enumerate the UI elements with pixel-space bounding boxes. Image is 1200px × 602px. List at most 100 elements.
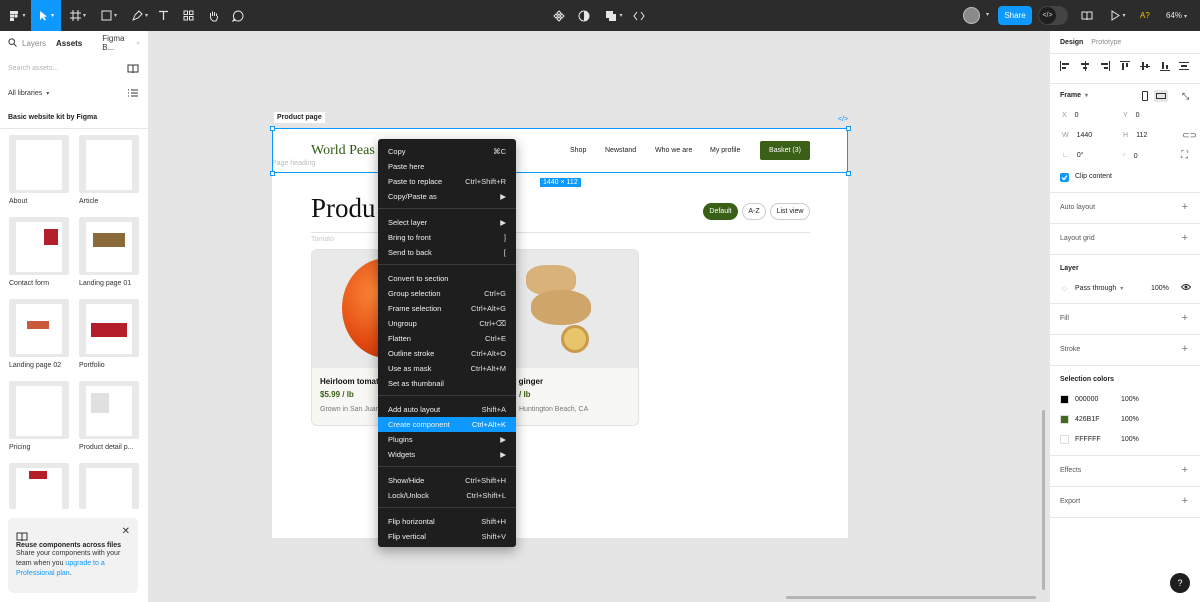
component-thumbnail[interactable]: [79, 135, 139, 193]
component-thumbnail[interactable]: [9, 299, 69, 357]
menu-item-flatten[interactable]: Flatten Ctrl+E: [378, 331, 516, 346]
menu-item-flip-horizontal[interactable]: Flip horizontal Shift+H: [378, 514, 516, 529]
menu-item-show-hide[interactable]: Show/Hide Ctrl+Shift+H: [378, 473, 516, 488]
professional-plan-link[interactable]: Professional plan: [16, 570, 70, 577]
resize-to-fit-icon[interactable]: ⤡: [1182, 91, 1189, 102]
menu-item-plugins[interactable]: Plugins ▶: [378, 432, 516, 447]
component-thumbnail[interactable]: [9, 135, 69, 193]
tab-layers[interactable]: Layers: [22, 39, 46, 48]
chevron-down-icon[interactable]: ▾: [137, 40, 140, 47]
libraries-dropdown[interactable]: All libraries ▾: [8, 90, 49, 97]
resize-handle[interactable]: [270, 171, 275, 176]
frame-section-heading[interactable]: Frame ▾: [1060, 92, 1088, 99]
menu-item-set-as-thumbnail[interactable]: Set as thumbnail: [378, 376, 516, 391]
menu-item-add-auto-layout[interactable]: Add auto layout Shift+A: [378, 402, 516, 417]
add-stroke-icon[interactable]: +: [1182, 344, 1188, 355]
contrast-icon[interactable]: [576, 0, 592, 31]
hand-icon[interactable]: [205, 0, 221, 31]
height-field[interactable]: H 112: [1123, 132, 1147, 139]
component-icon[interactable]: [551, 0, 567, 31]
clip-content-checkbox[interactable]: [1060, 173, 1069, 182]
boolean-icon[interactable]: ▾: [601, 0, 627, 31]
upgrade-link[interactable]: upgrade to a: [65, 560, 104, 567]
add-export-icon[interactable]: +: [1182, 496, 1188, 507]
component-thumbnail[interactable]: [9, 217, 69, 275]
align-vertical-center-icon[interactable]: [1140, 61, 1150, 71]
component-thumbnail[interactable]: [79, 299, 139, 357]
share-button[interactable]: Share: [998, 6, 1032, 25]
color-opacity[interactable]: 100%: [1121, 436, 1139, 443]
color-hex[interactable]: FFFFFF: [1075, 436, 1101, 443]
color-swatch[interactable]: [1060, 415, 1069, 424]
component-thumbnail[interactable]: [79, 463, 139, 509]
menu-item-use-as-mask[interactable]: Use as mask Ctrl+Alt+M: [378, 361, 516, 376]
text-icon[interactable]: [155, 0, 171, 31]
align-right-icon[interactable]: [1100, 61, 1110, 71]
tab-prototype[interactable]: Prototype: [1091, 39, 1121, 46]
add-auto-layout-icon[interactable]: +: [1182, 202, 1188, 213]
align-top-icon[interactable]: [1120, 61, 1130, 71]
menu-item-frame-selection[interactable]: Frame selection Ctrl+Alt+G: [378, 301, 516, 316]
menu-item-flip-vertical[interactable]: Flip vertical Shift+V: [378, 529, 516, 544]
frame-icon[interactable]: ▾: [65, 0, 91, 31]
menu-item-create-component[interactable]: Create component Ctrl+Alt+K: [378, 417, 516, 432]
menu-item-copy-paste-as[interactable]: Copy/Paste as ▶: [378, 189, 516, 204]
pen-icon[interactable]: ▾: [127, 0, 153, 31]
layer-opacity[interactable]: 100%: [1151, 285, 1169, 292]
help-button[interactable]: ?: [1170, 573, 1190, 593]
landscape-icon[interactable]: [1154, 90, 1168, 102]
present-icon[interactable]: ▾: [1106, 0, 1130, 31]
component-thumbnail[interactable]: [9, 463, 69, 509]
color-hex[interactable]: 426B1F: [1075, 416, 1100, 423]
rotation-field[interactable]: ∟ 0°: [1062, 152, 1084, 159]
menu-item-widgets[interactable]: Widgets ▶: [378, 447, 516, 462]
component-thumbnail[interactable]: [79, 381, 139, 439]
portrait-icon[interactable]: [1142, 91, 1148, 101]
move-icon[interactable]: ▾: [31, 0, 61, 31]
code-icon[interactable]: </>: [838, 116, 848, 123]
dev-mode-toggle[interactable]: </>: [1038, 6, 1068, 25]
color-hex[interactable]: 000000: [1075, 396, 1098, 403]
page-selector[interactable]: Figma B...: [102, 34, 124, 52]
menu-item-paste-here[interactable]: Paste here: [378, 159, 516, 174]
vertical-scrollbar[interactable]: [1042, 410, 1045, 590]
component-thumbnail[interactable]: [79, 217, 139, 275]
horizontal-scrollbar[interactable]: [786, 596, 1036, 599]
color-opacity[interactable]: 100%: [1121, 416, 1139, 423]
align-horizontal-center-icon[interactable]: [1080, 61, 1090, 71]
add-layout-grid-icon[interactable]: +: [1182, 233, 1188, 244]
align-left-icon[interactable]: [1060, 61, 1070, 71]
y-field[interactable]: Y0: [1123, 112, 1140, 119]
menu-item-convert-to-section[interactable]: Convert to section: [378, 271, 516, 286]
corner-radius-field[interactable]: ◜ 0: [1123, 152, 1138, 160]
search-icon[interactable]: [8, 37, 17, 49]
independent-corners-icon[interactable]: ⛶: [1181, 150, 1188, 161]
menu-item-ungroup[interactable]: Ungroup Ctrl+⌫: [378, 316, 516, 331]
shape-icon[interactable]: ▾: [96, 0, 122, 31]
menu-item-bring-to-front[interactable]: Bring to front]: [378, 230, 516, 245]
close-icon[interactable]: ✕: [122, 526, 130, 537]
frame-label[interactable]: Product page: [274, 112, 325, 123]
comment-icon[interactable]: [229, 0, 247, 31]
chevron-down-icon[interactable]: ▾: [986, 11, 989, 18]
color-opacity[interactable]: 100%: [1121, 396, 1139, 403]
zoom-level[interactable]: 64% ▾: [1166, 0, 1187, 31]
search-input[interactable]: Search assets...: [8, 65, 58, 72]
menu-item-lock-unlock[interactable]: Lock/Unlock Ctrl+Shift+L: [378, 488, 516, 503]
eye-icon[interactable]: [1180, 283, 1192, 293]
tab-assets[interactable]: Assets: [56, 39, 82, 48]
avatar[interactable]: [963, 7, 980, 24]
align-bottom-icon[interactable]: [1160, 61, 1170, 71]
menu-item-copy[interactable]: Copy ⌘C: [378, 144, 516, 159]
resize-handle[interactable]: [270, 126, 275, 131]
list-view-icon[interactable]: [128, 89, 138, 99]
component-thumbnail[interactable]: [9, 381, 69, 439]
menu-item-send-to-back[interactable]: Send to back [: [378, 245, 516, 260]
figma-menu-icon[interactable]: ▾: [6, 0, 28, 31]
resize-handle[interactable]: [846, 171, 851, 176]
x-field[interactable]: X0: [1062, 112, 1079, 119]
blend-mode-dropdown[interactable]: Pass through ▾: [1075, 285, 1123, 292]
add-fill-icon[interactable]: +: [1182, 313, 1188, 324]
library-icon[interactable]: [127, 64, 139, 76]
menu-item-outline-stroke[interactable]: Outline stroke Ctrl+Alt+O: [378, 346, 516, 361]
